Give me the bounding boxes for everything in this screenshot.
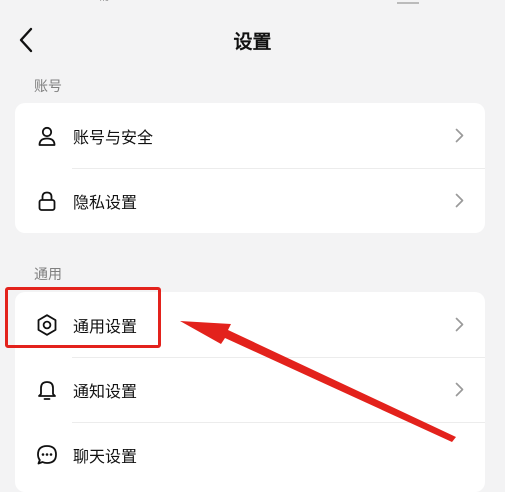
general-settings-item[interactable]: 通用设置 [15, 292, 485, 357]
account-card: 账号与安全 隐私设置 [15, 103, 485, 233]
chevron-right-icon [453, 317, 465, 333]
notification-settings-label: 通知设置 [73, 381, 138, 401]
section-label-account: 账号 [34, 79, 62, 95]
chat-settings-label: 聊天设置 [73, 446, 138, 466]
general-settings-label: 通用设置 [73, 316, 138, 336]
chevron-right-icon [453, 193, 465, 209]
page-title: 设置 [233, 31, 272, 53]
account-security-label: 账号与安全 [73, 127, 154, 147]
privacy-settings-item[interactable]: 隐私设置 [15, 168, 485, 233]
nav-bar: 设置 [0, 10, 505, 70]
status-bar: ᵢₗ₅ [0, 0, 505, 8]
privacy-settings-label: 隐私设置 [73, 192, 138, 212]
user-icon [35, 124, 59, 148]
lock-icon [35, 189, 59, 213]
bell-icon [35, 378, 59, 402]
section-label-general: 通用 [34, 267, 62, 283]
general-card: 通用设置 通知设置 聊天设置 [15, 292, 485, 492]
chat-bubble-icon [35, 443, 59, 467]
notification-settings-item[interactable]: 通知设置 [15, 357, 485, 422]
gear-icon [35, 313, 59, 337]
signal-icon: ᵢₗ₅ [100, 0, 110, 4]
chevron-right-icon [453, 128, 465, 144]
account-security-item[interactable]: 账号与安全 [15, 103, 485, 168]
battery-icon [397, 0, 419, 4]
chevron-right-icon [453, 382, 465, 398]
chat-settings-item[interactable]: 聊天设置 [15, 422, 485, 487]
